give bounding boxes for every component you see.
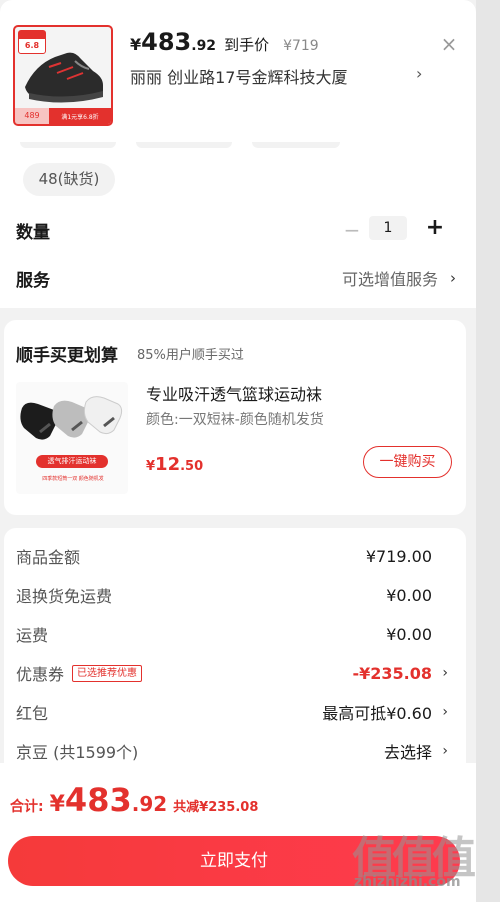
spec-section: 48(缺货) 数量 − 1 + 服务 可选增值服务 › bbox=[0, 142, 476, 308]
total-currency: ¥ bbox=[49, 792, 65, 817]
service-row[interactable]: 服务 可选增值服务 › bbox=[16, 264, 456, 292]
detail-label: 优惠券 bbox=[16, 665, 65, 684]
plus-icon[interactable]: + bbox=[423, 215, 447, 240]
total-saving: 共减¥235.08 bbox=[173, 800, 259, 815]
detail-row-jd-beans[interactable]: 京豆 (共1599个) 去选择 › bbox=[16, 739, 448, 763]
price-detail-card: 商品金额 ¥719.00 退换货免运费 ¥0.00 运费 ¥0.00 优惠券 已… bbox=[4, 528, 466, 768]
quantity-label: 数量 bbox=[16, 222, 50, 243]
addon-card: 顺手买更划算 85%用户顺手买过 透气排汗运动袜 四季款短筒一双 颜色随机发 专… bbox=[4, 320, 466, 515]
detail-value: ¥0.00 bbox=[386, 624, 432, 644]
detail-row-return-shipping: 退换货免运费 ¥0.00 bbox=[16, 583, 448, 607]
chevron-right-icon: › bbox=[442, 665, 448, 681]
chevron-right-icon: › bbox=[442, 743, 448, 759]
total-decimal: .92 bbox=[131, 792, 168, 816]
detail-value: ¥0.00 bbox=[386, 585, 432, 605]
scrollbar[interactable] bbox=[476, 0, 500, 902]
discount-tag-value: 6.8 bbox=[24, 41, 40, 50]
detail-label: 退换货免运费 bbox=[16, 587, 113, 606]
addon-title: 顺手买更划算 bbox=[16, 346, 118, 366]
watermark-url: zhizhizhi.com bbox=[354, 874, 461, 890]
detail-label: 运费 bbox=[16, 626, 49, 645]
addon-image-caption: 四季款短筒一双 颜色随机发 bbox=[42, 476, 104, 482]
addon-product-name[interactable]: 专业吸汗透气篮球运动袜 bbox=[146, 381, 322, 405]
original-price: ¥719 bbox=[283, 38, 319, 54]
detail-value: 最高可抵¥0.60 bbox=[322, 704, 432, 723]
addon-price-decimal: .50 bbox=[180, 459, 204, 474]
size-chip-partial[interactable] bbox=[252, 142, 340, 148]
watermark: 值值值 zhizhizhi.com bbox=[352, 822, 490, 894]
addon-product-image[interactable]: 透气排汗运动袜 四季款短筒一双 颜色随机发 bbox=[16, 382, 128, 494]
addon-price-integer: 12 bbox=[155, 454, 181, 475]
one-click-buy-button[interactable]: 一键购买 bbox=[363, 446, 452, 478]
chevron-right-icon: › bbox=[442, 704, 448, 720]
promo-price: 489 bbox=[15, 108, 49, 124]
product-header: 6.8 489 满1元享6.8折 ¥ 483 .92 到手价 ¥719 丽丽 创… bbox=[0, 0, 476, 142]
close-icon[interactable]: × bbox=[438, 33, 460, 55]
detail-label: 红包 bbox=[16, 704, 49, 723]
product-thumbnail[interactable]: 6.8 489 满1元享6.8折 bbox=[13, 25, 113, 126]
final-price: ¥ 483 .92 到手价 ¥719 bbox=[130, 28, 319, 56]
delivery-address[interactable]: 丽丽 创业路17号金辉科技大厦 bbox=[130, 64, 430, 88]
price-suffix: 到手价 bbox=[224, 36, 270, 54]
total-label: 合计: bbox=[10, 799, 44, 815]
promo-text: 满1元享6.8折 bbox=[61, 113, 99, 121]
total-amount: 合计: ¥ 483 .92 共减¥235.08 bbox=[10, 781, 258, 819]
addon-product-attr: 颜色:一双短袜-颜色随机发货 bbox=[146, 412, 324, 428]
addon-image-label: 透气排汗运动袜 bbox=[36, 455, 108, 468]
size-chip-48[interactable]: 48(缺货) bbox=[23, 163, 115, 196]
detail-row-goods-amount: 商品金额 ¥719.00 bbox=[16, 544, 448, 568]
addon-subtitle: 85%用户顺手买过 bbox=[137, 348, 244, 363]
detail-row-shipping: 运费 ¥0.00 bbox=[16, 622, 448, 646]
chevron-right-icon: › bbox=[450, 269, 456, 287]
promo-strip: 489 满1元享6.8折 bbox=[15, 108, 111, 124]
price-currency: ¥ bbox=[130, 35, 142, 54]
discount-tag: 6.8 bbox=[18, 30, 46, 54]
checkout-sheet: 6.8 489 满1元享6.8折 ¥ 483 .92 到手价 ¥719 丽丽 创… bbox=[0, 0, 476, 902]
price-decimal: .92 bbox=[191, 38, 217, 54]
total-integer: 483 bbox=[64, 781, 132, 819]
quantity-input[interactable]: 1 bbox=[369, 216, 407, 240]
detail-label: 京豆 (共1599个) bbox=[16, 743, 139, 762]
size-chip-partial[interactable] bbox=[20, 142, 116, 148]
detail-value: 去选择 bbox=[383, 743, 432, 762]
service-value: 可选增值服务 bbox=[341, 270, 438, 289]
detail-label: 商品金额 bbox=[16, 548, 81, 567]
size-chip-partial[interactable] bbox=[136, 142, 232, 148]
quantity-row: 数量 − 1 + bbox=[16, 215, 456, 244]
detail-value: ¥719.00 bbox=[365, 546, 432, 566]
coupon-value: -¥235.08 bbox=[352, 663, 432, 683]
detail-row-coupon[interactable]: 优惠券 已选推荐优惠 -¥235.08 › bbox=[16, 661, 448, 685]
service-label: 服务 bbox=[16, 270, 50, 291]
coupon-tag: 已选推荐优惠 bbox=[72, 664, 143, 682]
addon-price: ¥ 12 .50 bbox=[146, 454, 203, 475]
price-integer: 483 bbox=[141, 28, 192, 56]
detail-row-red-packet[interactable]: 红包 最高可抵¥0.60 › bbox=[16, 700, 448, 724]
minus-icon[interactable]: − bbox=[341, 218, 363, 242]
addon-price-currency: ¥ bbox=[146, 459, 156, 474]
chevron-right-icon[interactable]: › bbox=[416, 64, 422, 83]
